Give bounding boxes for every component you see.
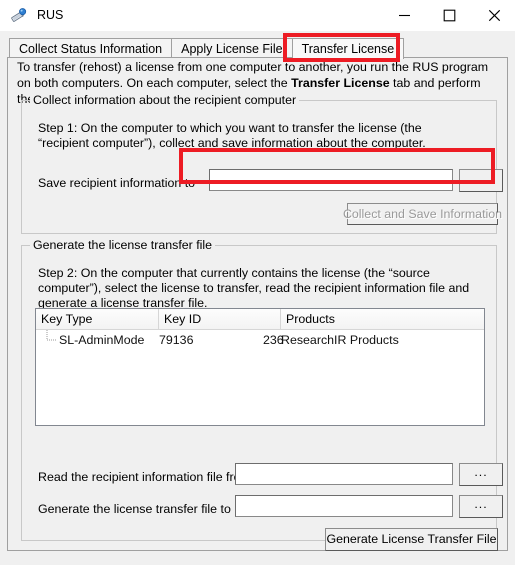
step2-instructions: Step 2: On the computer that currently c… (38, 266, 470, 310)
generate-license-transfer-file-button[interactable]: Generate License Transfer File (325, 528, 498, 551)
generate-license-transfer-file-group: Generate the license transfer file Step … (21, 238, 503, 551)
collect-recipient-info-group: Collect information about the recipient … (21, 93, 503, 234)
browse-read-recipient-file-button[interactable]: ... (459, 463, 503, 486)
group-title: Generate the license transfer file (30, 238, 216, 253)
transfer-license-panel: To transfer (rehost) a license from one … (7, 57, 508, 551)
close-icon[interactable] (472, 0, 515, 31)
generate-transfer-file-input[interactable] (235, 495, 453, 517)
browse-generate-transfer-file-button[interactable]: ... (459, 495, 503, 518)
generate-transfer-file-label: Generate the license transfer file to (38, 502, 231, 516)
tab-transfer-license[interactable]: Transfer License (291, 38, 405, 59)
cell-key-type: SL-AdminMode (59, 332, 145, 347)
tab-apply-license-file[interactable]: Apply License File (171, 38, 293, 59)
key-id-prefix: 79136 (159, 332, 194, 347)
column-header-key-id[interactable]: Key ID (159, 309, 281, 329)
tab-strip: Collect Status Information Apply License… (9, 37, 405, 59)
title-bar-left: RUS (10, 0, 63, 31)
tab-label: Transfer License (301, 42, 395, 56)
cell-products: ResearchIR Products (281, 332, 399, 347)
step1-instructions: Step 1: On the computer to which you wan… (38, 121, 426, 150)
license-list-view[interactable]: Key Type Key ID Products SL-AdminMode 79… (35, 308, 485, 426)
browse-save-recipient-button[interactable]: ... (459, 169, 503, 192)
intro-text-emphasis: Transfer License (291, 76, 390, 90)
maximize-icon[interactable] (427, 0, 472, 31)
read-recipient-file-input[interactable] (235, 463, 453, 485)
save-recipient-info-label: Save recipient information to (38, 176, 196, 190)
rus-application-window: RUS Collect Status Information Apply Lic… (0, 0, 515, 565)
cell-key-id: 79136 236 (159, 330, 284, 349)
tab-label: Collect Status Information (19, 42, 163, 56)
window-title: RUS (37, 8, 64, 23)
read-recipient-file-label: Read the recipient information file from (38, 470, 236, 484)
collect-and-save-information-button[interactable]: Collect and Save Information (343, 203, 502, 225)
license-list-header: Key Type Key ID Products (36, 309, 484, 330)
table-row[interactable]: SL-AdminMode 79136 236 ResearchIR Produc… (36, 330, 484, 349)
minimize-icon[interactable] (382, 0, 427, 31)
key-id-suffix: 236 (263, 332, 284, 347)
save-recipient-info-input[interactable] (209, 169, 453, 191)
key-id-redaction-block (203, 330, 263, 349)
title-bar: RUS (0, 0, 515, 31)
tab-label: Apply License File (181, 42, 283, 56)
column-header-key-type[interactable]: Key Type (36, 309, 159, 329)
tab-collect-status-information[interactable]: Collect Status Information (9, 38, 173, 59)
group-title: Collect information about the recipient … (30, 93, 300, 108)
license-key-icon (10, 7, 28, 25)
column-header-products[interactable]: Products (281, 309, 484, 329)
